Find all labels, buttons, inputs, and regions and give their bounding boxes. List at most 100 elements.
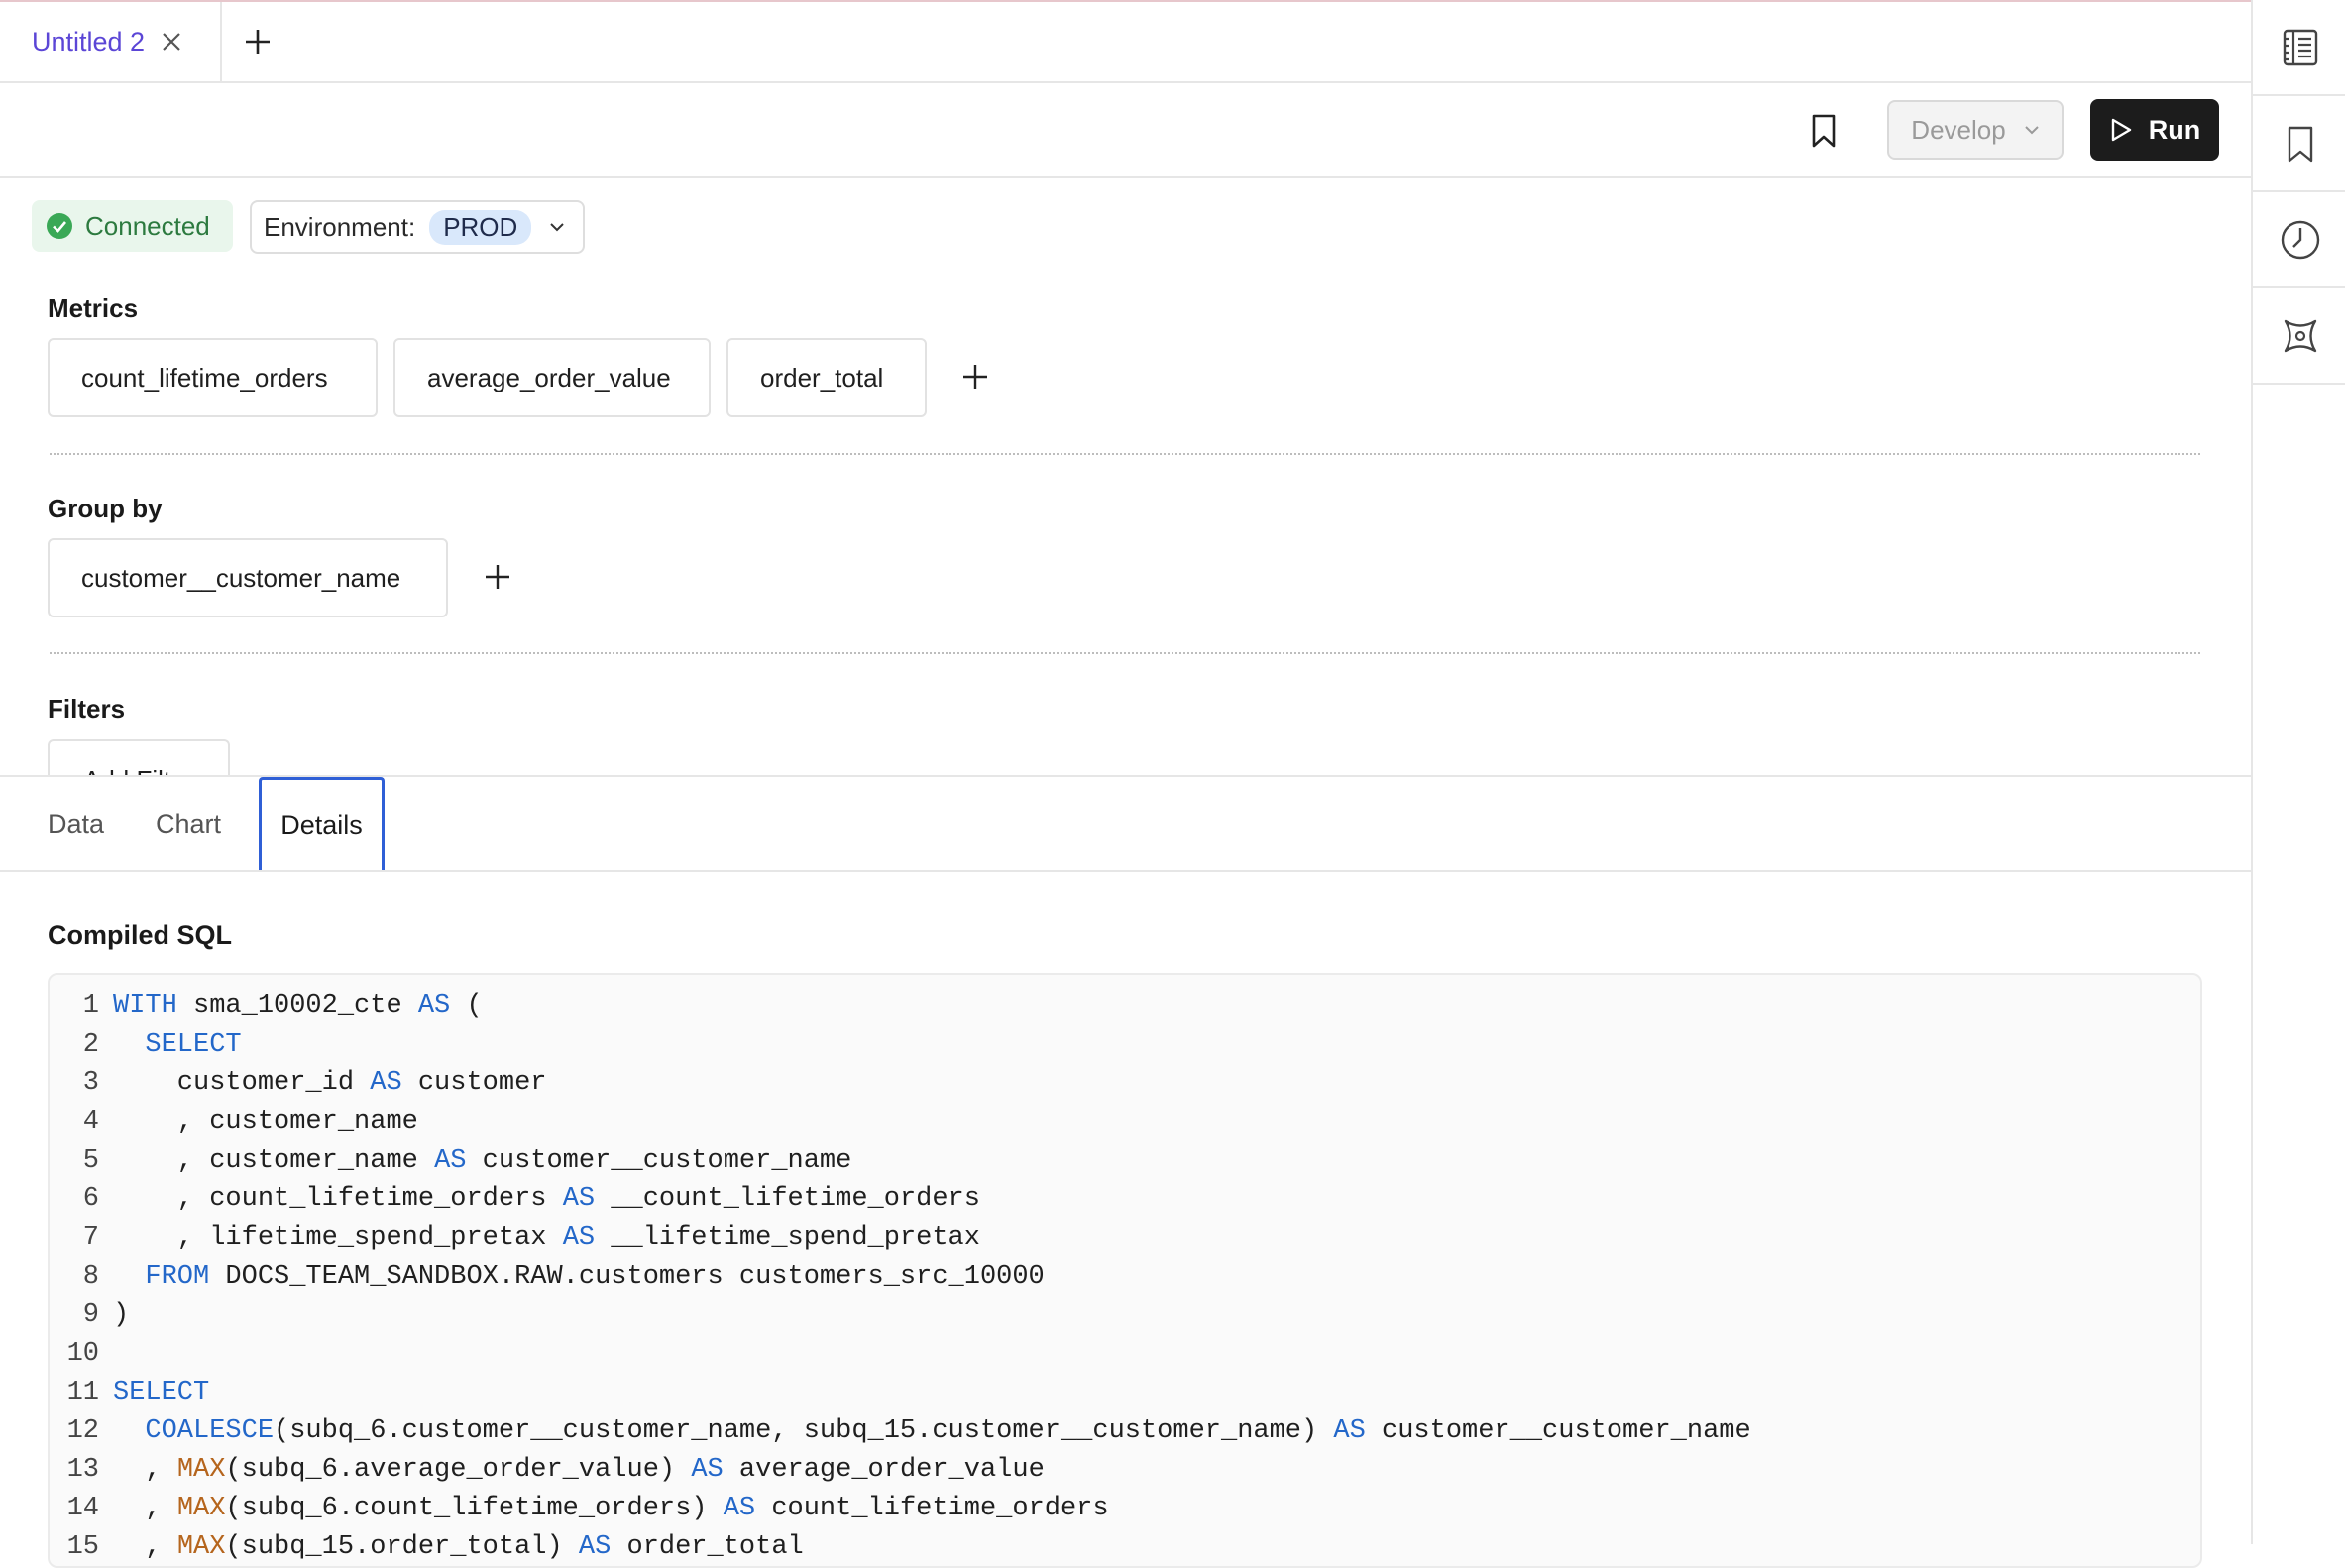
code-token: AS bbox=[723, 1494, 756, 1523]
line-number: 8 bbox=[82, 1262, 99, 1291]
code-token: __count_lifetime_orders bbox=[595, 1184, 980, 1214]
plus-icon bbox=[963, 365, 987, 389]
line-number: 9 bbox=[82, 1300, 99, 1330]
code-token: (subq_15.order_total) bbox=[225, 1532, 579, 1562]
file-tab-untitled[interactable]: Untitled 2 bbox=[0, 2, 222, 81]
connection-status-text: Connected bbox=[85, 210, 210, 241]
file-tab-title: Untitled 2 bbox=[32, 26, 146, 56]
new-tab-button[interactable] bbox=[222, 2, 293, 81]
line-number: 13 bbox=[66, 1455, 99, 1485]
metrics-heading: Metrics bbox=[48, 293, 139, 323]
save-bookmark-button[interactable] bbox=[1802, 109, 1845, 153]
section-divider bbox=[50, 652, 2200, 654]
code-line: 8 FROM DOCS_TEAM_SANDBOX.RAW.customers c… bbox=[50, 1258, 1045, 1296]
plus-icon bbox=[246, 30, 270, 54]
environment-badge: PROD bbox=[429, 209, 532, 245]
integrations-button[interactable] bbox=[2253, 288, 2345, 385]
add-filter-button[interactable]: Add Filter bbox=[48, 739, 230, 779]
integration-icon bbox=[2284, 319, 2316, 352]
results-tab-bar: Data Chart Details bbox=[0, 775, 2251, 872]
code-token: MAX bbox=[176, 1455, 226, 1485]
run-button[interactable]: Run bbox=[2090, 99, 2219, 161]
metric-chip[interactable]: average_order_value bbox=[393, 338, 711, 417]
notebook-button[interactable] bbox=[2253, 0, 2345, 96]
group-by-chip[interactable]: customer__customer_name bbox=[48, 538, 448, 617]
history-button[interactable] bbox=[2253, 192, 2345, 288]
environment-label: Environment: bbox=[264, 211, 416, 242]
code-token: MAX bbox=[176, 1494, 226, 1523]
code-token: COALESCE bbox=[145, 1416, 275, 1446]
code-token: AS bbox=[578, 1532, 612, 1562]
group-by-heading: Group by bbox=[48, 494, 163, 523]
line-number: 11 bbox=[66, 1378, 99, 1407]
section-divider bbox=[50, 453, 2200, 455]
line-number: 5 bbox=[82, 1146, 99, 1176]
code-line: 10 bbox=[50, 1335, 113, 1374]
code-token: , customer_name bbox=[113, 1107, 418, 1137]
add-metric-button[interactable] bbox=[955, 357, 995, 396]
code-token: DOCS_TEAM_SANDBOX.RAW.customers customer… bbox=[209, 1262, 1045, 1291]
develop-dropdown[interactable]: Develop bbox=[1887, 100, 2064, 160]
tab-data[interactable]: Data bbox=[48, 777, 104, 870]
code-line: 12 COALESCE(subq_6.customer__customer_na… bbox=[50, 1412, 1751, 1451]
line-number: 10 bbox=[66, 1339, 99, 1369]
environment-select[interactable]: Environment: PROD bbox=[250, 200, 585, 254]
compiled-sql-heading: Compiled SQL bbox=[48, 920, 233, 950]
code-token: , bbox=[113, 1532, 177, 1562]
code-token: (subq_6.customer__customer_name, subq_15… bbox=[274, 1416, 1334, 1446]
code-token: order_total bbox=[611, 1532, 804, 1562]
code-token: __lifetime_spend_pretax bbox=[595, 1223, 980, 1253]
code-token: customer_id bbox=[113, 1068, 371, 1098]
code-token: AS bbox=[691, 1455, 724, 1485]
code-token: AS bbox=[1333, 1416, 1366, 1446]
code-line: 3 customer_id AS customer bbox=[50, 1064, 547, 1103]
close-icon[interactable] bbox=[161, 31, 182, 53]
history-icon bbox=[2281, 220, 2319, 259]
code-token: SELECT bbox=[145, 1030, 242, 1060]
code-token: customer bbox=[401, 1068, 547, 1098]
run-label: Run bbox=[2148, 114, 2201, 145]
tab-chart[interactable]: Chart bbox=[156, 777, 221, 870]
line-number: 3 bbox=[82, 1068, 99, 1098]
code-token: AS bbox=[434, 1146, 467, 1176]
code-token: (subq_6.count_lifetime_orders) bbox=[225, 1494, 724, 1523]
metric-chip[interactable]: order_total bbox=[726, 338, 927, 417]
code-line: 1 WITH sma_10002_cte AS ( bbox=[50, 987, 483, 1026]
code-token: AS bbox=[562, 1184, 596, 1214]
code-line: 15 , MAX(subq_15.order_total) AS order_t… bbox=[50, 1528, 804, 1566]
play-icon bbox=[2111, 118, 2131, 142]
code-token: AS bbox=[417, 991, 451, 1021]
bookmarks-button[interactable] bbox=[2253, 96, 2345, 192]
code-token: ( bbox=[450, 991, 483, 1021]
file-tab-bar: Untitled 2 bbox=[0, 2, 2251, 83]
code-line: 9) bbox=[50, 1296, 129, 1335]
code-line: 11 SELECT bbox=[50, 1374, 210, 1412]
connection-status-badge: Connected bbox=[32, 200, 233, 252]
code-token: , count_lifetime_orders bbox=[113, 1184, 563, 1214]
query-toolbar: Develop Run bbox=[0, 83, 2251, 178]
chevron-down-icon bbox=[549, 222, 565, 232]
line-number: 14 bbox=[66, 1494, 99, 1523]
code-token: , lifetime_spend_pretax bbox=[113, 1223, 563, 1253]
code-line: 14 , MAX(subq_6.count_lifetime_orders) A… bbox=[50, 1490, 1109, 1528]
add-group-by-button[interactable] bbox=[478, 557, 517, 597]
code-token: WITH bbox=[113, 991, 177, 1021]
code-token: FROM bbox=[145, 1262, 210, 1291]
code-token: ) bbox=[113, 1300, 130, 1330]
metric-chip[interactable]: count_lifetime_orders bbox=[48, 338, 378, 417]
develop-label: Develop bbox=[1911, 114, 2006, 145]
code-token: (subq_6.average_order_value) bbox=[225, 1455, 692, 1485]
line-number: 4 bbox=[82, 1107, 99, 1137]
filters-heading: Filters bbox=[48, 694, 126, 724]
line-number: 6 bbox=[82, 1184, 99, 1214]
code-line: 2 SELECT bbox=[50, 1026, 242, 1064]
code-line: 7 , lifetime_spend_pretax AS __lifetime_… bbox=[50, 1219, 980, 1258]
line-number: 12 bbox=[66, 1416, 99, 1446]
code-token: count_lifetime_orders bbox=[755, 1494, 1109, 1523]
bookmark-icon bbox=[2288, 126, 2312, 162]
notebook-icon bbox=[2283, 29, 2317, 65]
line-number: 2 bbox=[82, 1030, 99, 1060]
tab-details[interactable]: Details bbox=[259, 777, 385, 870]
